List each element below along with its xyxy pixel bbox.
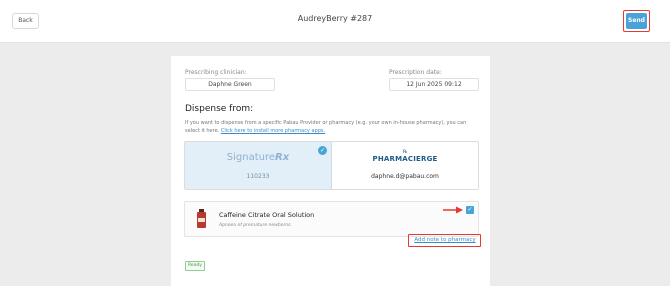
product-row: Caffeine Citrate Oral Solution Apnoea of… [184, 201, 479, 237]
help-text: If you want to dispense from a specific … [185, 119, 475, 135]
clinician-field[interactable]: Daphne Green [185, 78, 275, 91]
status-badge: Ready [185, 261, 205, 271]
product-checkbox[interactable]: ✓ [466, 206, 474, 214]
install-apps-link[interactable]: Click here to install more pharmacy apps… [221, 128, 325, 134]
dispense-heading: Dispense from: [185, 104, 254, 114]
rx-logo-mark: Rx [275, 152, 290, 163]
check-icon: ✓ [318, 146, 327, 155]
product-description: Apnoea of premature newborns. [219, 223, 292, 228]
provider-email: daphne.d@pabau.com [371, 173, 439, 180]
date-field[interactable]: 12 Jun 2025 09:12 [389, 78, 479, 91]
provider-selector: SignatureRx 110233 ✓ ℞ PHARMACIERGE daph… [184, 141, 479, 190]
prescription-card: Prescribing clinician: Daphne Green Pres… [171, 56, 490, 286]
top-bar: Back AudreyBerry #287 Send [0, 0, 670, 43]
provider-pharmacierge[interactable]: ℞ PHARMACIERGE daphne.d@pabau.com [332, 142, 478, 189]
send-button[interactable]: Send [626, 13, 647, 29]
pharmacierge-logo: PHARMACIERGE [372, 155, 438, 163]
date-label: Prescription date: [389, 69, 442, 76]
product-name: Caffeine Citrate Oral Solution [219, 211, 315, 219]
clinician-label: Prescribing clinician: [185, 69, 247, 76]
medicine-bottle-icon [197, 209, 206, 228]
provider-signature-rx[interactable]: SignatureRx 110233 ✓ [185, 142, 332, 189]
signature-rx-logo: SignatureRx [185, 152, 331, 163]
arrow-right-icon [443, 206, 463, 214]
signature-logo-text: Signature [226, 152, 276, 163]
provider-code: 110233 [246, 173, 270, 180]
add-note-link[interactable]: Add note to pharmacy [410, 237, 480, 243]
page-title: AudreyBerry #287 [297, 14, 373, 23]
